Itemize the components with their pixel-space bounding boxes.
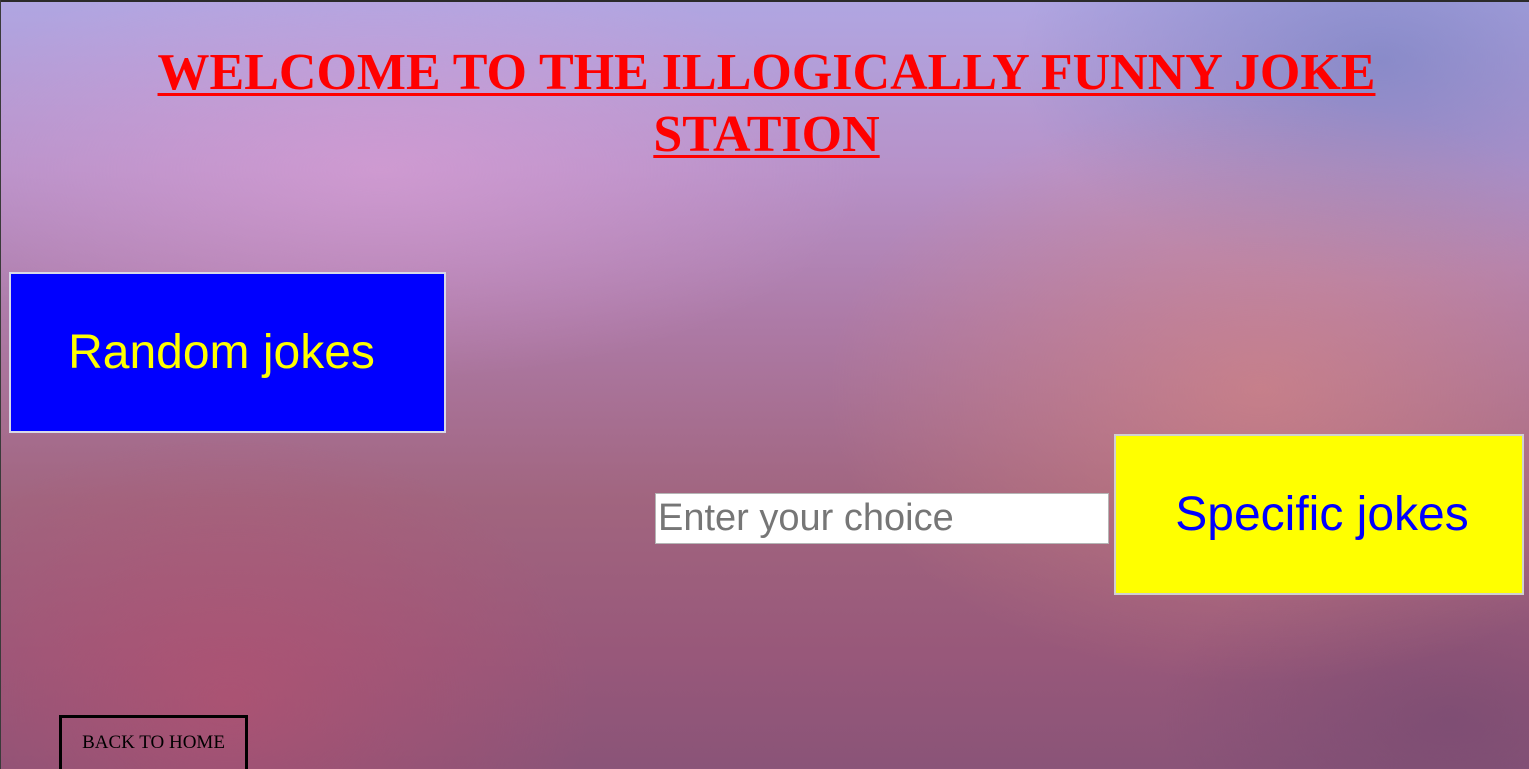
window-top-border (0, 0, 1529, 2)
random-jokes-label: Random jokes (68, 326, 375, 379)
window-left-border (0, 0, 1, 769)
choice-input[interactable] (655, 493, 1109, 544)
random-jokes-button[interactable]: Random jokes (9, 272, 446, 433)
specific-jokes-button[interactable]: Specific jokes (1114, 434, 1524, 595)
back-to-home-label: BACK TO HOME (82, 732, 225, 753)
page-title: WELCOME TO THE ILLOGICALLY FUNNY JOKE ST… (157, 44, 1376, 163)
back-to-home-button[interactable]: BACK TO HOME (59, 715, 248, 769)
specific-jokes-label: Specific jokes (1175, 488, 1469, 541)
